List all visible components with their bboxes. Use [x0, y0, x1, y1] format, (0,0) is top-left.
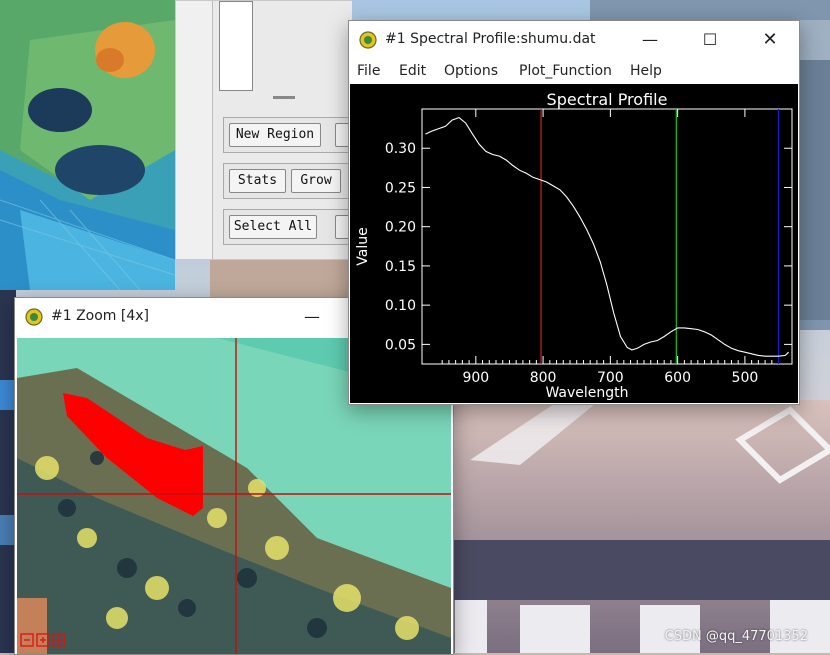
menu-options[interactable]: Options — [444, 63, 498, 79]
chart-title: Spectral Profile — [547, 90, 668, 109]
menu-plot-function[interactable]: Plot_Function — [519, 63, 612, 79]
menu-edit[interactable]: Edit — [399, 63, 426, 79]
csdn-watermark: CSDN @qq_47701352 — [664, 629, 808, 644]
plot-frame — [421, 108, 793, 365]
spectral-line-series-0 — [425, 116, 789, 357]
y-tick-label: 0.05 — [385, 337, 416, 353]
maximize-icon[interactable]: ☐ — [699, 29, 721, 51]
y-tick-label: 0.30 — [385, 141, 416, 157]
stats-button[interactable]: Stats — [229, 169, 286, 193]
spectral-profile-window[interactable]: #1 Spectral Profile:shumu.dat — ☐ ✕ File… — [348, 20, 800, 405]
y-tick-label: 0.15 — [385, 259, 416, 275]
spectral-plot[interactable]: Spectral Profile 900 800 700 600 500 0.30 0.25 0… — [350, 84, 798, 403]
resize-handle[interactable] — [273, 96, 295, 99]
envi-app-icon — [359, 31, 377, 49]
roi-button-row-3: Select All — [223, 209, 367, 245]
roi-list-box[interactable] — [219, 1, 253, 91]
x-tick-label: 500 — [732, 370, 759, 386]
spectral-window-title: #1 Spectral Profile:shumu.dat — [385, 31, 596, 47]
roi-button-row-2: Stats Grow — [223, 163, 355, 199]
x-tick-label: 600 — [664, 370, 691, 386]
grow-button[interactable]: Grow — [291, 169, 341, 193]
envi-app-icon — [25, 308, 43, 326]
y-tick-label: 0.20 — [385, 220, 416, 236]
roi-tool-panel: New Region Stats Grow Select All — [212, 1, 367, 259]
new-region-button[interactable]: New Region — [229, 123, 321, 147]
y-tick-label: 0.25 — [385, 180, 416, 196]
close-icon[interactable]: ✕ — [759, 29, 781, 51]
menu-file[interactable]: File — [357, 63, 380, 79]
y-tick-label: 0.10 — [385, 298, 416, 314]
x-tick-label: 800 — [530, 370, 557, 386]
spectral-menubar: File Edit Options Plot_Function Help — [349, 59, 799, 84]
select-all-button[interactable]: Select All — [229, 215, 317, 239]
x-axis-label: Wavelength — [545, 385, 628, 401]
roi-tool-window[interactable]: New Region Stats Grow Select All — [175, 0, 367, 260]
x-tick-label: 900 — [462, 370, 489, 386]
y-axis-label: Value — [355, 227, 371, 265]
roi-button-row-1: New Region — [223, 117, 367, 153]
x-tick-label: 700 — [597, 370, 624, 386]
spectral-chart: Spectral Profile 900 800 700 600 500 0.30 0.25 0… — [355, 90, 793, 401]
menu-help[interactable]: Help — [630, 63, 662, 79]
minimize-icon[interactable]: — — [639, 29, 661, 51]
image-viewer-window[interactable] — [0, 0, 175, 290]
spectral-titlebar[interactable]: #1 Spectral Profile:shumu.dat — ☐ ✕ — [349, 21, 799, 59]
zoom-window-title: #1 Zoom [4x] — [51, 308, 150, 324]
minimize-icon[interactable]: — — [301, 306, 323, 328]
